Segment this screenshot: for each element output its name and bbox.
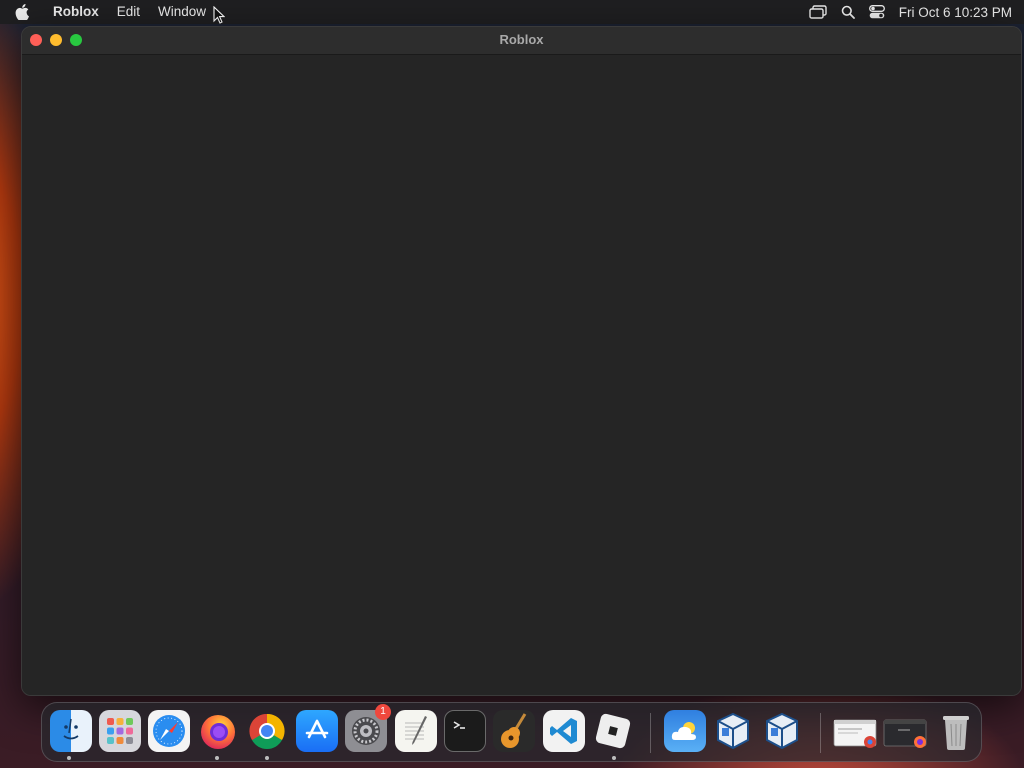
spotlight-search-icon[interactable] [841, 5, 855, 19]
roblox-icon[interactable] [592, 710, 634, 752]
notification-badge: 1 [375, 704, 391, 720]
virtualbox-icon[interactable] [761, 710, 803, 752]
menu-bar-clock[interactable]: Fri Oct 6 10:23 PM [899, 5, 1012, 20]
menu-bar: Roblox Edit Window Fri Oct 6 10:23 PM [0, 0, 1024, 24]
apple-icon[interactable] [0, 4, 44, 20]
running-indicator [67, 756, 71, 760]
minimized-chrome-window-icon[interactable] [832, 710, 878, 752]
minimized-firefox-window-icon[interactable] [882, 710, 928, 752]
window-titlebar[interactable]: Roblox [22, 27, 1021, 55]
garageband-icon[interactable] [493, 710, 535, 752]
screen-mirroring-icon[interactable] [809, 5, 827, 19]
vscode-icon[interactable] [543, 710, 585, 752]
firefox-icon[interactable] [197, 710, 239, 752]
trash-icon[interactable] [935, 710, 977, 752]
window-content [22, 55, 1021, 695]
finder-icon[interactable] [50, 710, 92, 752]
menu-edit[interactable]: Edit [108, 0, 149, 24]
control-center-icon[interactable] [868, 5, 885, 19]
dock-separator [820, 713, 821, 753]
safari-icon[interactable] [148, 710, 190, 752]
running-indicator [215, 756, 219, 760]
window-title: Roblox [499, 32, 544, 47]
terminal-icon[interactable] [444, 710, 486, 752]
dock-separator [650, 713, 651, 753]
virtualbox-icon[interactable] [712, 710, 754, 752]
desktop: { "menubar": { "apple_icon": "apple-icon… [0, 0, 1024, 768]
menu-window[interactable]: Window [149, 0, 215, 24]
chrome-icon[interactable] [246, 710, 288, 752]
menu-app-roblox[interactable]: Roblox [44, 0, 108, 24]
system-settings-icon[interactable]: 1 [345, 704, 391, 752]
running-indicator [265, 756, 269, 760]
running-indicator [612, 756, 616, 760]
textedit-icon[interactable] [395, 710, 437, 752]
launchpad-icon[interactable] [99, 710, 141, 752]
weather-icon[interactable] [664, 710, 706, 752]
roblox-window: Roblox [21, 26, 1022, 696]
app-store-icon[interactable] [296, 710, 338, 752]
dock: 1 [41, 702, 982, 762]
